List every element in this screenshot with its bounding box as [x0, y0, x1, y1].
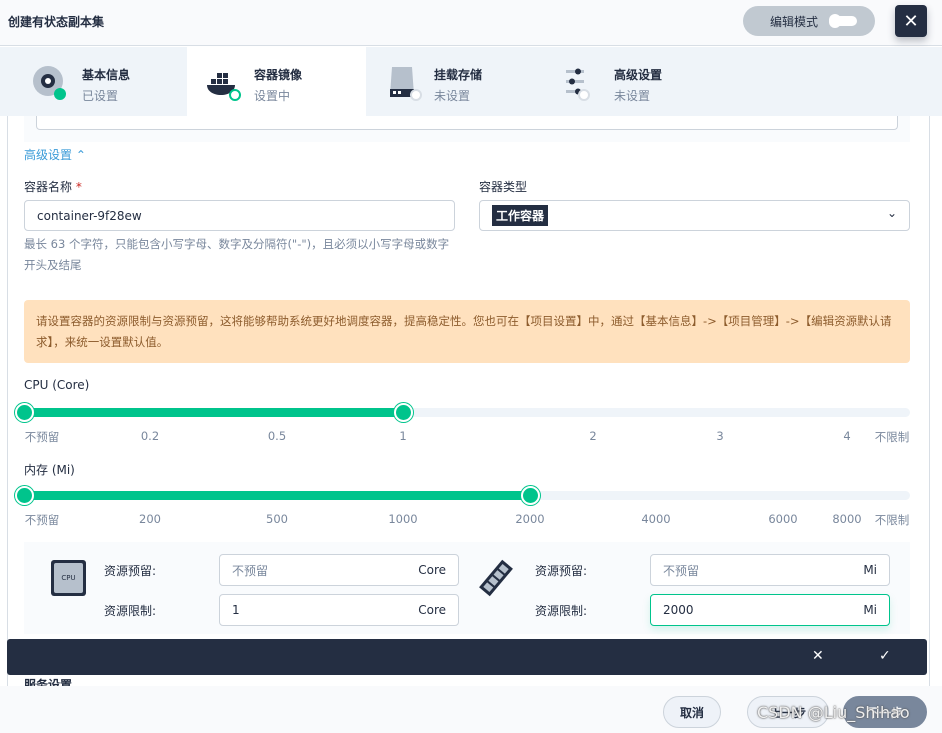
container-name-label: 容器名称 * [24, 180, 82, 194]
step-tabs: 基本信息 已设置 容器镜像 设置中 挂载存储 未设置 高级设置 未设置 [0, 47, 942, 116]
memory-slider-fill [24, 491, 530, 500]
tick-label: 2 [589, 429, 597, 443]
selected-type: 工作容器 [492, 205, 549, 226]
cpu-reserve-label: 资源预留: [104, 564, 157, 578]
cpu-limit-label: 资源限制: [104, 604, 157, 618]
resource-inputs-panel: CPU 资源预留: 不预留 Core 资源限制: 1 Core 资源预留: 不预留 M… [24, 542, 910, 634]
tab-title: 容器镜像 [254, 68, 303, 82]
cpu-limit-handle[interactable] [394, 403, 413, 422]
memory-limit-label: 资源限制: [535, 604, 588, 618]
tick-label: 6000 [768, 512, 798, 526]
storage-icon [390, 67, 422, 101]
toggle-switch-icon [829, 14, 857, 28]
confirm-edit-button[interactable]: ✓ [879, 648, 891, 664]
cpu-icon: CPU [51, 560, 86, 596]
container-type-label: 容器类型 [479, 180, 528, 194]
edit-mode-toggle[interactable]: 编辑模式 [743, 6, 875, 36]
cancel-button[interactable]: 取消 [663, 696, 721, 728]
tab-title: 高级设置 [614, 68, 663, 82]
container-edit-bar: ✕ ✓ [7, 639, 927, 675]
advanced-settings-toggle[interactable]: 高级设置 ⌃ [24, 146, 86, 163]
cpu-limit-input[interactable]: 1 Core [219, 594, 459, 626]
cpu-slider-fill [24, 408, 403, 417]
tab-storage[interactable]: 挂载存储 未设置 [366, 47, 545, 116]
tick-label: 不限制 [874, 430, 910, 444]
container-type-select[interactable]: 工作容器 ⌄ [479, 200, 910, 231]
tab-status: 设置中 [254, 89, 291, 103]
tick-label: 500 [266, 512, 288, 526]
tick-label: 3 [716, 429, 724, 443]
tab-title: 基本信息 [82, 68, 131, 82]
tab-status: 已设置 [82, 89, 119, 103]
memory-limit-handle[interactable] [521, 486, 540, 505]
service-settings-heading: 服务设置 [24, 678, 73, 686]
memory-slider-label: 内存 (Mi) [24, 463, 75, 477]
tick-label: 不预留 [24, 513, 60, 527]
memory-reserve-input[interactable]: 不预留 Mi [650, 554, 890, 586]
tick-label: 4 [843, 429, 851, 443]
tick-label: 2000 [515, 512, 545, 526]
tick-label: 4000 [641, 512, 671, 526]
container-name-input[interactable]: container-9f28ew [24, 200, 455, 231]
memory-reserve-handle[interactable] [15, 486, 34, 505]
docker-icon [207, 73, 241, 101]
memory-limit-input[interactable]: 2000 Mi [650, 594, 890, 626]
resource-alert: 请设置容器的资源限制与资源预留，这将能够帮助系统更好地调度容器，提高稳定性。您也… [24, 300, 910, 363]
watermark: CSDN @Liu_Shihao [757, 703, 910, 722]
tick-label: 不限制 [874, 513, 910, 527]
dialog-title: 创建有状态副本集 [8, 15, 105, 29]
memory-reserve-label: 资源预留: [535, 564, 588, 578]
cpu-reserve-input[interactable]: 不预留 Core [219, 554, 459, 586]
close-button[interactable]: ✕ [895, 5, 927, 37]
tab-status: 未设置 [614, 89, 651, 103]
container-name-hint: 最长 63 个字符，只能包含小写字母、数字及分隔符("-")，且必须以小写字母或… [24, 237, 450, 272]
memory-icon [479, 559, 513, 597]
tick-label: 不预留 [24, 430, 60, 444]
tab-basic-info[interactable]: 基本信息 已设置 [8, 47, 187, 116]
dialog-header: 创建有状态副本集 编辑模式 ✕ [0, 0, 942, 46]
tab-title: 挂载存储 [434, 68, 483, 82]
tick-label: 200 [139, 512, 161, 526]
tab-advanced[interactable]: 高级设置 未设置 [546, 47, 725, 116]
tick-label: 8000 [832, 512, 862, 526]
sliders-icon [566, 68, 590, 101]
previous-input[interactable] [36, 116, 898, 130]
cpu-slider[interactable] [15, 403, 910, 422]
cpu-slider-label: CPU (Core) [24, 378, 90, 392]
tick-label: 1000 [388, 512, 418, 526]
tick-label: 1 [399, 429, 407, 443]
cpu-reserve-handle[interactable] [15, 403, 34, 422]
close-icon: ✕ [903, 10, 919, 32]
cancel-edit-button[interactable]: ✕ [812, 648, 824, 664]
tab-status: 未设置 [434, 89, 471, 103]
edit-mode-label: 编辑模式 [770, 14, 819, 29]
memory-slider[interactable] [15, 486, 910, 505]
disc-icon [33, 66, 66, 100]
tick-label: 0.2 [140, 429, 160, 443]
chevron-down-icon: ⌄ [886, 205, 897, 220]
tab-container-image[interactable]: 容器镜像 设置中 [187, 47, 366, 116]
tick-label: 0.5 [267, 429, 287, 443]
